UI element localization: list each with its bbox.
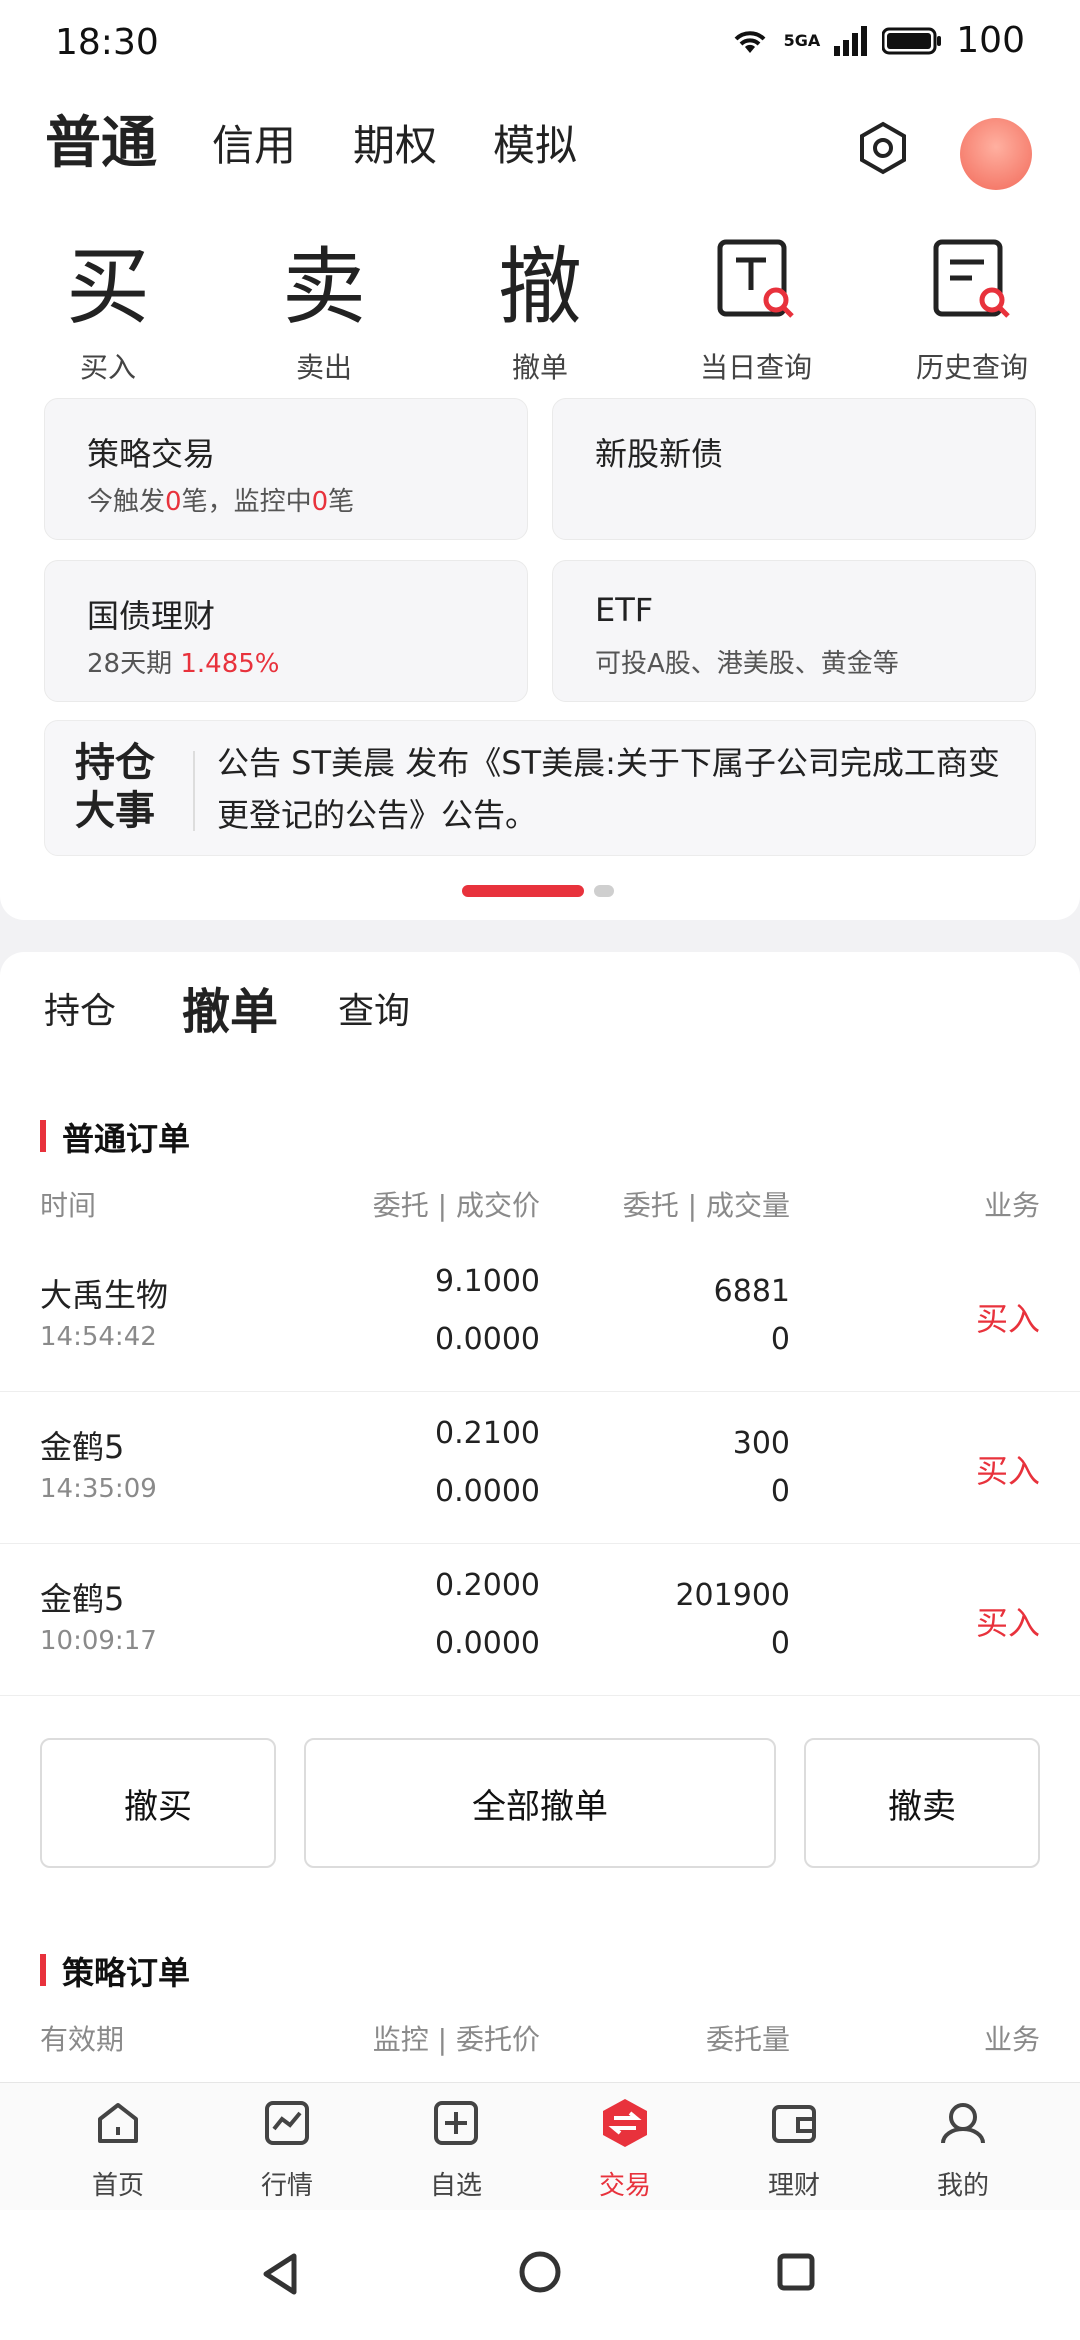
order-time: 14:35:09 bbox=[40, 1474, 157, 1504]
buy-action[interactable]: 买 买入 bbox=[8, 230, 208, 386]
subtab-query[interactable]: 查询 bbox=[338, 982, 410, 1034]
col-order-qty: 委托量 bbox=[705, 2023, 790, 2056]
battery-level: 100 bbox=[956, 20, 1025, 61]
nav-trade[interactable]: 交易 bbox=[565, 2097, 685, 2202]
col-monitor-price: 监控 | 委托价 bbox=[372, 2023, 540, 2056]
tab-options[interactable]: 期权 bbox=[353, 112, 437, 173]
wallet-icon bbox=[772, 2105, 816, 2143]
order-qty: 300 bbox=[732, 1426, 790, 1461]
sell-action[interactable]: 卖 卖出 bbox=[224, 230, 424, 386]
order-price: 9.1000 bbox=[435, 1264, 540, 1299]
status-bar: 18:30 5GA 100 bbox=[0, 0, 1080, 90]
order-price: 0.2000 bbox=[435, 1568, 540, 1603]
subtab-cancel[interactable]: 撤单 bbox=[182, 972, 278, 1042]
cancel-glyph-icon: 撤 bbox=[497, 237, 582, 336]
order-qty: 6881 bbox=[713, 1274, 790, 1309]
cancel-sell-button[interactable]: 撤卖 bbox=[804, 1738, 1040, 1868]
order-price: 0.2100 bbox=[435, 1416, 540, 1451]
col-time: 时间 bbox=[40, 1189, 97, 1222]
deal-price: 0.0000 bbox=[435, 1626, 540, 1661]
cancel-buy-button[interactable]: 撤买 bbox=[40, 1738, 276, 1868]
ipo-bond-tile[interactable]: 新股新债 bbox=[552, 398, 1036, 540]
etf-tile[interactable]: ETF 可投A股、港美股、黄金等 bbox=[552, 560, 1036, 702]
today-query-action[interactable]: 当日查询 bbox=[656, 230, 856, 386]
col-biz: 业务 bbox=[983, 1189, 1040, 1222]
notice-badge: 持仓 大事 bbox=[75, 740, 155, 834]
market-chart-icon bbox=[265, 2101, 309, 2145]
signal-icon bbox=[834, 25, 868, 56]
treasury-tile[interactable]: 国债理财 28天期 1.485% bbox=[44, 560, 528, 702]
order-row[interactable]: 大禹生物 14:54:42 9.1000 0.0000 6881 0 买入 bbox=[0, 1240, 1080, 1392]
order-time: 14:54:42 bbox=[40, 1322, 157, 1352]
carousel-indicator bbox=[462, 885, 614, 897]
col-strategy-biz: 业务 bbox=[983, 2023, 1040, 2056]
normal-orders-title: 普通订单 bbox=[40, 1114, 190, 1160]
deal-price: 0.0000 bbox=[435, 1322, 540, 1357]
avatar[interactable] bbox=[960, 118, 1032, 190]
nav-mine[interactable]: 我的 bbox=[903, 2097, 1023, 2202]
nav-home[interactable]: 首页 bbox=[58, 2097, 178, 2202]
nav-wealth[interactable]: 理财 bbox=[734, 2097, 854, 2202]
nav-market[interactable]: 行情 bbox=[227, 2097, 347, 2202]
cancel-all-button[interactable]: 全部撤单 bbox=[304, 1738, 776, 1868]
tab-simulation[interactable]: 模拟 bbox=[493, 112, 577, 173]
order-type: 买入 bbox=[975, 1300, 1040, 1338]
tab-normal[interactable]: 普通 bbox=[41, 98, 157, 179]
deal-qty: 0 bbox=[770, 1626, 790, 1661]
trade-icon bbox=[603, 2099, 647, 2147]
stock-name: 金鹤5 bbox=[40, 1580, 125, 1618]
col-qty: 委托 | 成交量 bbox=[622, 1189, 790, 1222]
nav-watchlist[interactable]: 自选 bbox=[396, 2097, 516, 2202]
notice-text: 公告 ST美晨 发布《ST美晨:关于下属子公司完成工商变更登记的公告》公告。 bbox=[217, 744, 1000, 834]
wifi-icon bbox=[734, 30, 766, 53]
status-time: 18:30 bbox=[55, 22, 159, 63]
order-row[interactable]: 金鹤5 14:35:09 0.2100 0.0000 300 0 买入 bbox=[0, 1392, 1080, 1544]
network-label: 5GA bbox=[783, 31, 821, 50]
deal-price: 0.0000 bbox=[435, 1474, 540, 1509]
bottom-nav: 首页 行情 自选 交易 理财 我的 bbox=[0, 2082, 1080, 2210]
col-validity: 有效期 bbox=[40, 2023, 125, 2056]
history-query-action[interactable]: 历史查询 bbox=[872, 230, 1072, 386]
profile-icon bbox=[941, 2103, 985, 2144]
subtab-holdings[interactable]: 持仓 bbox=[44, 982, 116, 1034]
sell-glyph-icon: 卖 bbox=[281, 237, 366, 336]
strategy-orders-title: 策略订单 bbox=[40, 1948, 190, 1994]
recents-icon[interactable] bbox=[776, 2252, 816, 2292]
search-doc-icon bbox=[717, 239, 794, 318]
col-price: 委托 | 成交价 bbox=[372, 1189, 540, 1222]
order-type: 买入 bbox=[975, 1604, 1040, 1642]
battery-icon bbox=[882, 27, 942, 54]
order-type: 买入 bbox=[975, 1452, 1040, 1490]
home-circle-icon[interactable] bbox=[518, 2250, 562, 2294]
strategy-trading-tile[interactable]: 策略交易 今触发0笔，监控中0笔 bbox=[44, 398, 528, 540]
function-card: 买 买入 卖 卖出 撤 撤单 当日查询 历史查询 策略交易 今触发0笔，监控中0… bbox=[0, 210, 1080, 920]
add-watchlist-icon bbox=[434, 2101, 478, 2145]
stock-name: 金鹤5 bbox=[40, 1428, 125, 1466]
deal-qty: 0 bbox=[770, 1322, 790, 1357]
deal-qty: 0 bbox=[770, 1474, 790, 1509]
stock-name: 大禹生物 bbox=[40, 1276, 169, 1314]
home-icon bbox=[98, 2103, 138, 2143]
settings-icon[interactable] bbox=[855, 120, 911, 176]
back-icon[interactable] bbox=[258, 2250, 302, 2298]
system-nav-bar bbox=[0, 2210, 1080, 2340]
order-qty: 201900 bbox=[675, 1578, 790, 1613]
buy-glyph-icon: 买 bbox=[65, 237, 150, 336]
order-time: 10:09:17 bbox=[40, 1626, 157, 1656]
history-doc-icon bbox=[933, 239, 1010, 318]
cancel-action[interactable]: 撤 撤单 bbox=[440, 230, 640, 386]
holding-notice[interactable]: 持仓 大事 公告 ST美晨 发布《ST美晨:关于下属子公司完成工商变更登记的公告》… bbox=[44, 720, 1036, 856]
top-tab-bar: 普通 信用 期权 模拟 bbox=[0, 90, 1080, 210]
tab-credit[interactable]: 信用 bbox=[212, 112, 296, 173]
order-row[interactable]: 金鹤5 10:09:17 0.2000 0.0000 201900 0 买入 bbox=[0, 1544, 1080, 1696]
